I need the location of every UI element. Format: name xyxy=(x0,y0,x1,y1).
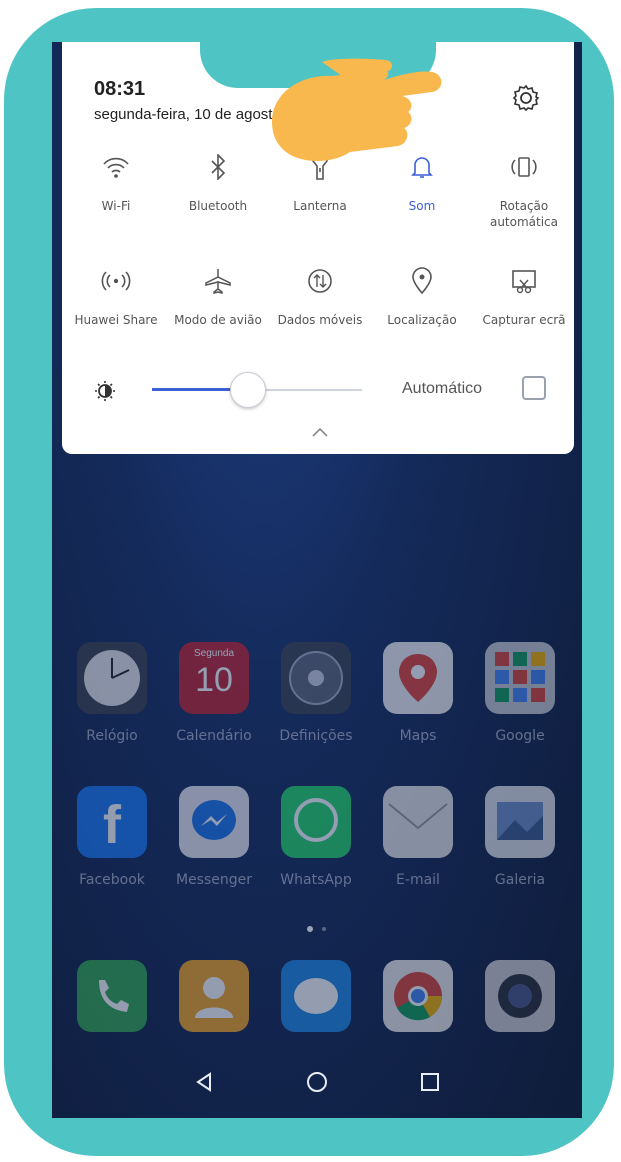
tile-wifi[interactable]: Wi-Fi xyxy=(68,150,164,214)
tile-location[interactable]: Localização xyxy=(374,264,470,328)
tile-label: Som xyxy=(408,199,436,213)
tile-label: Rotação automática xyxy=(489,199,559,229)
tile-huawei-share[interactable]: Huawei Share xyxy=(68,264,164,328)
messenger-icon xyxy=(179,786,249,858)
app-email[interactable]: E-mail xyxy=(368,786,468,888)
rotation-icon xyxy=(511,157,537,177)
tile-label: Dados móveis xyxy=(277,313,363,327)
slider-knob[interactable] xyxy=(229,372,266,408)
tile-airplane[interactable]: Modo de avião xyxy=(170,264,266,328)
tile-label: Bluetooth xyxy=(188,199,248,213)
tile-mobile-data[interactable]: Dados móveis xyxy=(272,264,368,328)
home-icon[interactable] xyxy=(305,1070,329,1094)
clock-icon xyxy=(77,642,147,714)
contacts-icon[interactable] xyxy=(179,960,249,1032)
app-whatsapp[interactable]: WhatsApp xyxy=(266,786,366,888)
app-label: Definições xyxy=(279,728,353,744)
app-facebook[interactable]: f Facebook xyxy=(62,786,162,888)
app-label: Relógio xyxy=(86,728,138,744)
phone-icon[interactable] xyxy=(77,960,147,1032)
tile-rotation[interactable]: Rotação automática xyxy=(476,150,572,230)
app-clock[interactable]: Relógio xyxy=(62,642,162,744)
chevron-up-icon[interactable] xyxy=(310,426,330,438)
chrome-icon[interactable] xyxy=(383,960,453,1032)
gear-icon[interactable] xyxy=(512,84,540,112)
tile-bluetooth[interactable]: Bluetooth xyxy=(170,150,266,214)
google-folder-icon xyxy=(485,642,555,714)
app-label: Calendário xyxy=(176,728,252,744)
page-indicator xyxy=(307,926,326,932)
app-label: Maps xyxy=(399,728,437,744)
whatsapp-icon xyxy=(281,786,351,858)
status-date: segunda-feira, 10 de agosto xyxy=(94,106,281,123)
app-messenger[interactable]: Messenger xyxy=(164,786,264,888)
app-label: Facebook xyxy=(79,872,145,888)
mobile-data-icon xyxy=(308,269,332,293)
app-label: E-mail xyxy=(396,872,440,888)
app-label: Galeria xyxy=(494,872,546,888)
calendar-icon: Segunda 10 xyxy=(179,642,249,714)
navigation-bar xyxy=(52,1052,582,1118)
phone-screen: Relógio Segunda 10 Calendário Definições… xyxy=(52,42,582,1118)
location-icon xyxy=(412,267,432,295)
tile-label: Wi-Fi xyxy=(101,199,131,213)
app-label: WhatsApp xyxy=(280,872,352,888)
airplane-icon xyxy=(205,269,231,294)
tile-label: Huawei Share xyxy=(74,313,158,327)
wifi-icon xyxy=(103,157,129,178)
camera-icon[interactable] xyxy=(485,960,555,1032)
settings-icon xyxy=(281,642,351,714)
recents-icon[interactable] xyxy=(418,1070,442,1094)
messages-icon[interactable] xyxy=(281,960,351,1032)
screenshot-icon xyxy=(512,270,536,294)
tile-label: Localização xyxy=(387,313,457,327)
app-label: Messenger xyxy=(175,872,253,888)
app-gallery[interactable]: Galeria xyxy=(470,786,570,888)
status-time: 08:31 xyxy=(94,78,146,100)
app-label: Google xyxy=(495,728,545,744)
app-google-folder[interactable]: Google xyxy=(470,642,570,744)
auto-brightness-label: Automático xyxy=(402,380,483,397)
gallery-icon xyxy=(485,786,555,858)
pointing-hand-icon xyxy=(272,58,442,161)
calendar-day-label: Segunda xyxy=(193,648,235,659)
calendar-day-number: 10 xyxy=(195,661,233,699)
back-icon[interactable] xyxy=(192,1070,216,1094)
app-calendar[interactable]: Segunda 10 Calendário xyxy=(164,642,264,744)
tile-label: Lanterna xyxy=(293,199,347,213)
maps-icon xyxy=(383,642,453,714)
auto-brightness-checkbox[interactable] xyxy=(522,376,546,400)
huawei-share-icon xyxy=(101,271,131,291)
tile-screenshot[interactable]: Capturar ecrã xyxy=(476,264,572,328)
app-maps[interactable]: Maps xyxy=(368,642,468,744)
bluetooth-icon xyxy=(211,154,226,180)
facebook-icon: f xyxy=(77,786,147,858)
brightness-slider[interactable] xyxy=(152,372,362,408)
email-icon xyxy=(383,786,453,858)
app-settings[interactable]: Definições xyxy=(266,642,366,744)
tile-label: Capturar ecrã xyxy=(482,313,566,327)
brightness-icon xyxy=(95,381,115,401)
tile-label: Modo de avião xyxy=(174,313,262,327)
